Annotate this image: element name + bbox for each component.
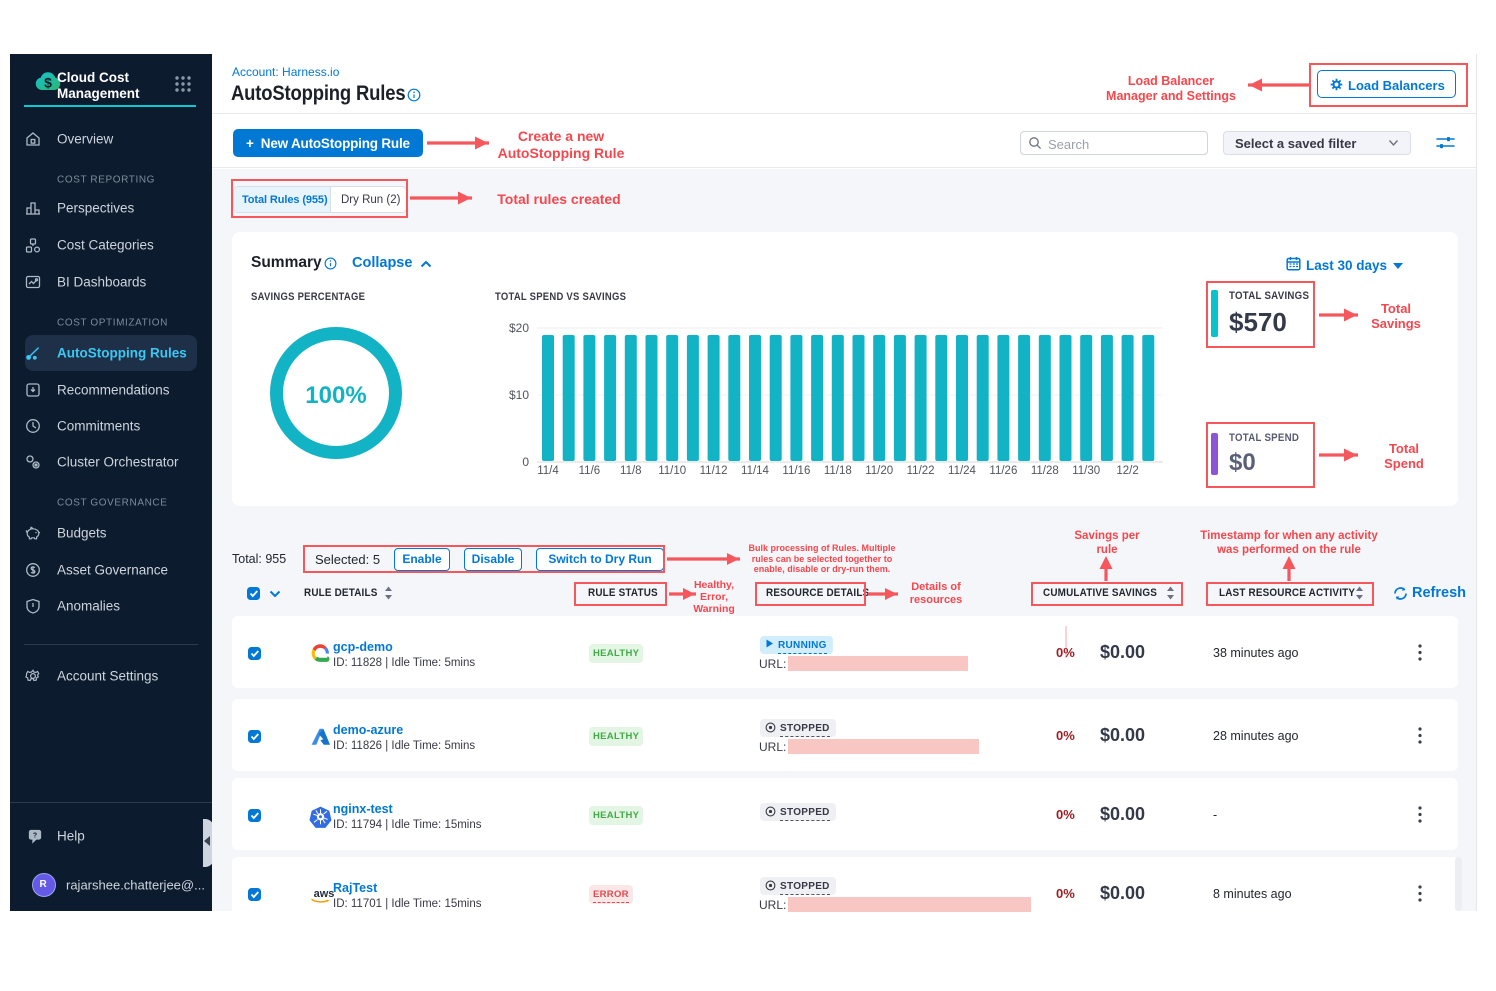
svg-text:11/16: 11/16 xyxy=(782,465,810,477)
svg-text:11/6: 11/6 xyxy=(579,465,601,477)
svg-text:11/28: 11/28 xyxy=(1031,465,1059,477)
svg-text:aws: aws xyxy=(314,888,335,900)
svg-text:11/24: 11/24 xyxy=(948,465,977,477)
svg-text:11/26: 11/26 xyxy=(989,465,1017,477)
svg-text:11/4: 11/4 xyxy=(537,465,559,477)
svg-text:11/14: 11/14 xyxy=(741,465,770,477)
svg-text:11/8: 11/8 xyxy=(620,465,642,477)
svg-text:?: ? xyxy=(33,832,37,839)
svg-text:12/2: 12/2 xyxy=(1116,465,1138,477)
svg-text:$20: $20 xyxy=(509,321,529,335)
svg-text:11/30: 11/30 xyxy=(1072,465,1100,477)
svg-text:11/22: 11/22 xyxy=(907,465,935,477)
svg-text:0: 0 xyxy=(522,455,529,469)
svg-text:11/20: 11/20 xyxy=(865,465,893,477)
svg-text:$10: $10 xyxy=(509,388,529,402)
svg-text:$: $ xyxy=(44,75,52,91)
svg-text:11/12: 11/12 xyxy=(700,465,728,477)
svg-text:11/10: 11/10 xyxy=(658,465,686,477)
svg-text:11/18: 11/18 xyxy=(824,465,852,477)
